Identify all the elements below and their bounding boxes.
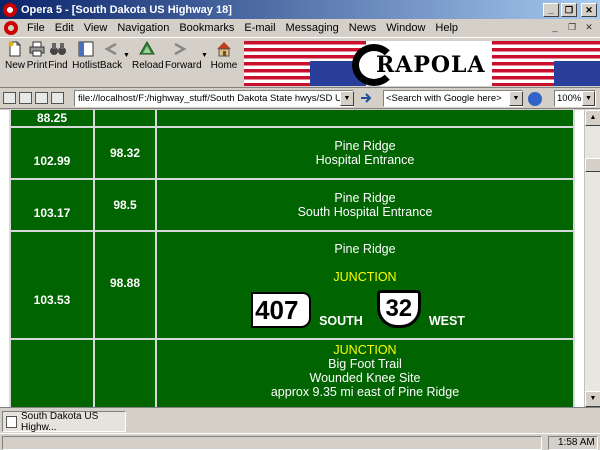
us-flag-right-image [492, 41, 600, 86]
close-button[interactable]: ✕ [581, 2, 597, 17]
table-row: JUNCTION Big Foot Trail Wounded Knee Sit… [9, 338, 575, 407]
mile-cell: 103.17 [9, 178, 95, 232]
go-arrow-icon[interactable] [359, 91, 375, 106]
table-row: 102.99 98.32 Pine Ridge Hospital Entranc… [9, 126, 575, 180]
status-bar: 1:58 AM [0, 433, 600, 450]
search-dropdown-icon[interactable]: ▼ [509, 91, 523, 106]
reload-icon [139, 41, 155, 55]
mile-cell: 102.99 [9, 126, 95, 180]
mile-cell: 98.32 [93, 126, 157, 180]
home-icon [217, 42, 231, 57]
minimize-button[interactable]: _ [543, 2, 559, 17]
clock: 1:58 AM [548, 436, 598, 450]
junction-label: JUNCTION [333, 270, 397, 284]
mile-cell: 98.5 [93, 178, 157, 232]
junction-label: JUNCTION [333, 343, 397, 357]
url-input[interactable]: file://localhost/F:/highway_stuff/South … [74, 90, 354, 107]
window-list-icon[interactable] [35, 92, 48, 104]
back-button[interactable]: Back [96, 40, 126, 71]
menu-view[interactable]: View [79, 22, 113, 34]
sd-route-shield: 407 [251, 292, 312, 328]
back-arrow-icon [104, 42, 117, 56]
menu-file[interactable]: File [22, 22, 50, 34]
vertical-scrollbar[interactable]: ▲ ▼ [584, 110, 600, 407]
scroll-up-icon[interactable]: ▲ [585, 110, 600, 126]
menu-email[interactable]: E-mail [239, 22, 280, 34]
window-tab-strip: South Dakota US Highw... [0, 407, 600, 433]
title-bar: Opera 5 - [South Dakota US Highway 18] _… [0, 0, 600, 19]
find-button[interactable]: Find [43, 40, 73, 71]
panel-toggle-icon[interactable] [19, 92, 32, 104]
menu-messaging[interactable]: Messaging [281, 22, 344, 34]
search-input[interactable]: <Search with Google here> [383, 90, 523, 107]
us-route-shield: 32 [376, 290, 421, 328]
mile-cell [9, 338, 95, 407]
description-cell [155, 110, 575, 128]
highway-log-table: 88.25 102.99 98.32 Pine Ridge Hospital E… [9, 110, 575, 407]
scroll-down-icon[interactable]: ▼ [585, 391, 600, 407]
tab-south-dakota[interactable]: South Dakota US Highw... [2, 411, 126, 433]
table-row: 88.25 [9, 110, 575, 128]
us-flag-left-image [244, 41, 366, 86]
security-icon[interactable] [3, 92, 16, 104]
doc-minimize-button[interactable]: _ [548, 22, 562, 34]
menu-navigation[interactable]: Navigation [112, 22, 174, 34]
hotlist-panel-icon [78, 41, 94, 57]
description-cell: Pine Ridge JUNCTION 407 SOUTH 32 WEST [155, 230, 575, 340]
route-shields: 407 SOUTH 32 WEST [157, 290, 573, 328]
menu-window[interactable]: Window [381, 22, 430, 34]
forward-button[interactable]: Forward [165, 40, 202, 71]
binoculars-icon [50, 43, 66, 55]
direction-label: SOUTH [319, 314, 363, 328]
window-title: Opera 5 - [South Dakota US Highway 18] [21, 3, 232, 16]
print-preview-icon[interactable] [51, 92, 64, 104]
home-button[interactable]: Home [209, 40, 239, 71]
direction-label: WEST [428, 314, 465, 328]
zoom-dropdown-icon[interactable]: ▼ [582, 91, 595, 106]
mile-cell [93, 110, 157, 128]
address-bar: file://localhost/F:/highway_stuff/South … [0, 88, 600, 109]
doc-close-button[interactable]: ✕ [582, 22, 596, 34]
search-engine-icon[interactable] [528, 92, 542, 106]
toolbar: New Print Find Hotlist Back ▼ Reload For… [0, 37, 600, 88]
doc-restore-button[interactable]: ❐ [565, 22, 579, 34]
url-dropdown-icon[interactable]: ▼ [340, 91, 354, 106]
page-content: 88.25 102.99 98.32 Pine Ridge Hospital E… [0, 110, 584, 407]
menu-help[interactable]: Help [430, 22, 463, 34]
table-row: 103.17 98.5 Pine Ridge South Hospital En… [9, 178, 575, 232]
forward-arrow-icon [174, 42, 187, 56]
opera-logo-icon [3, 2, 17, 17]
menu-edit[interactable]: Edit [50, 22, 79, 34]
mile-cell: 98.88 [93, 230, 157, 340]
page-icon [6, 415, 17, 428]
table-row: 103.53 98.88 Pine Ridge JUNCTION 407 SOU… [9, 230, 575, 340]
status-message-area [2, 436, 542, 450]
mile-cell: 103.53 [9, 230, 95, 340]
menu-news[interactable]: News [344, 22, 382, 34]
scroll-thumb[interactable] [585, 158, 600, 172]
description-cell: Pine Ridge South Hospital Entrance [155, 178, 575, 232]
description-cell: JUNCTION Big Foot Trail Wounded Knee Sit… [155, 338, 575, 407]
crapola-logo-text: RAPOLA [376, 52, 486, 78]
description-cell: Pine Ridge Hospital Entrance [155, 126, 575, 180]
maximize-button[interactable]: ❐ [561, 2, 577, 17]
mile-cell: 88.25 [9, 110, 95, 128]
forward-dropdown-icon[interactable]: ▼ [201, 52, 208, 59]
menu-bar: File Edit View Navigation Bookmarks E-ma… [0, 19, 600, 37]
menu-bookmarks[interactable]: Bookmarks [174, 22, 239, 34]
mile-cell [93, 338, 157, 407]
back-dropdown-icon[interactable]: ▼ [123, 52, 130, 59]
document-menu-icon[interactable] [4, 21, 18, 35]
reload-button[interactable]: Reload [132, 40, 164, 71]
